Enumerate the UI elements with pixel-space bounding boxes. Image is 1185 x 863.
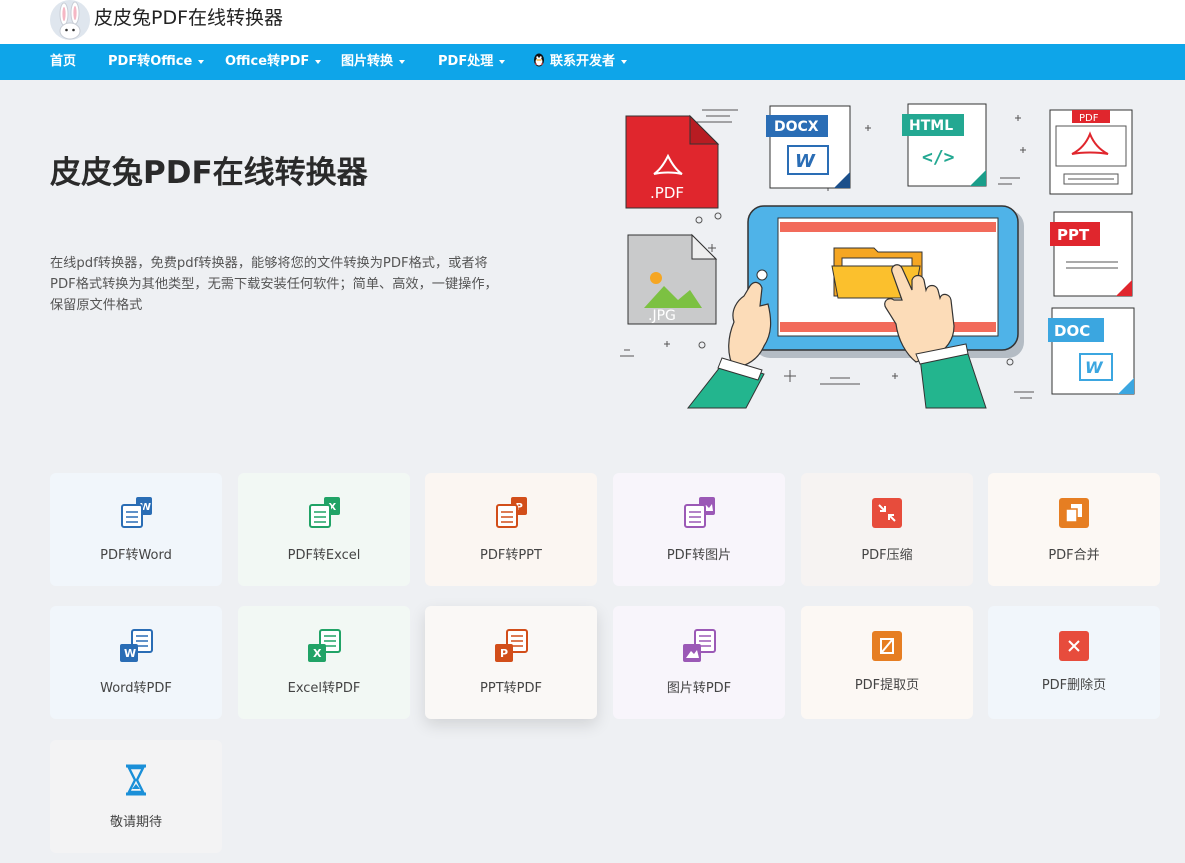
code-symbol: </> [922,147,955,168]
nav-label: PDF处理 [438,54,494,69]
jpg-file-icon: .JPG [627,233,718,325]
tool-label: Excel转PDF [287,681,361,696]
tool-card-word-to-pdf[interactable]: W Word转PDF [50,606,222,719]
docx-label: DOCX [774,119,819,135]
pdf-to-image-icon [684,497,715,528]
tablet-icon [747,205,1024,358]
excel-to-pdf-icon: X [308,629,341,662]
ppt-file-icon: PPT [1050,211,1133,297]
tool-label: PDF转Word [100,548,172,563]
brand-title[interactable]: 皮皮兔PDF在线转换器 [94,6,283,30]
tool-card-pdf-merge[interactable]: PDF合并 [988,473,1160,586]
hourglass-icon [126,764,146,796]
extract-page-icon [872,631,902,661]
tool-label: PDF删除页 [1041,678,1107,693]
nav-home[interactable]: 首页 [50,44,76,80]
main-nav: 首页 PDF转Office Office转PDF 图片转换 PDF处理 联系开发… [0,44,1185,80]
tool-label: 图片转PDF [666,681,732,696]
rabbit-logo-icon[interactable] [50,0,90,40]
icon-letter: W [124,647,136,660]
tool-label: PDF压缩 [861,548,913,563]
tool-card-excel-to-pdf[interactable]: X Excel转PDF [238,606,410,719]
compress-icon [872,498,902,528]
caret-down-icon [198,59,205,64]
nav-image-convert[interactable]: 图片转换 [341,44,406,80]
tool-card-pdf-to-ppt[interactable]: P PDF转PPT [425,473,597,586]
file-conversion-illustration: .PDF .JPG DOCX W HTML </> PDF PPT DOC W [620,103,1135,409]
pdf-file-icon: .PDF [625,114,720,209]
ppt-tag: PPT [1057,226,1090,244]
tool-label: 敬请期待 [109,815,162,830]
tool-card-pdf-to-image[interactable]: PDF转图片 [613,473,785,586]
tool-label: PPT转PDF [480,681,542,696]
icon-letter: P [500,647,508,660]
nav-office-to-pdf[interactable]: Office转PDF [225,44,322,80]
nav-pdf-process[interactable]: PDF处理 [438,44,506,80]
tool-card-image-to-pdf[interactable]: 图片转PDF [613,606,785,719]
tool-card-pdf-delete-page[interactable]: PDF删除页 [988,606,1160,719]
html-file-icon: HTML </> [902,103,987,187]
caret-down-icon [315,59,322,64]
nav-label: 图片转换 [341,54,394,69]
tool-label: Word转PDF [100,681,172,696]
pdf-to-excel-icon: X [309,497,340,528]
tool-card-ppt-to-pdf[interactable]: P PPT转PDF [425,606,597,719]
pdf-label: .PDF [650,184,684,202]
word-letter: W [1085,358,1104,377]
page-title: 皮皮兔PDF在线转换器 [50,155,368,191]
tool-card-coming-soon[interactable]: 敬请期待 [50,740,222,853]
ppt-to-pdf-icon: P [495,629,528,662]
tool-card-pdf-extract-page[interactable]: PDF提取页 [801,606,973,719]
nav-label: Office转PDF [225,54,310,69]
tool-label: PDF合并 [1048,548,1100,563]
nav-pdf-to-office[interactable]: PDF转Office [108,44,205,80]
tool-card-pdf-to-word[interactable]: W PDF转Word [50,473,222,586]
merge-icon [1059,498,1089,528]
nav-label: PDF转Office [108,54,193,69]
caret-down-icon [399,59,406,64]
nav-contact-developer[interactable]: 联系开发者 [533,44,628,80]
hero-description: 在线pdf转换器，免费pdf转换器，能够将您的文件转换为PDF格式，或者将PDF… [50,256,498,313]
icon-letter: X [313,647,322,660]
tool-label: PDF转PPT [480,548,542,563]
nav-label: 首页 [50,54,77,69]
pdf-to-word-icon: W [121,497,152,528]
pdf-to-ppt-icon: P [496,497,527,528]
word-letter: W [795,151,816,172]
tool-label: PDF转Excel [287,548,361,563]
docx-file-icon: DOCX W [766,105,851,189]
html-label: HTML [909,118,953,134]
word-to-pdf-icon: W [120,629,153,662]
pdf-tag: PDF [1079,113,1099,124]
top-header: 皮皮兔PDF在线转换器 [0,0,1185,44]
qq-penguin-icon [534,53,544,67]
caret-down-icon [621,59,628,64]
doc-file-icon: DOC W [1048,307,1135,395]
tool-label: PDF转图片 [666,548,732,563]
caret-down-icon [499,59,506,64]
tool-label: PDF提取页 [854,678,920,693]
pdf-doc-icon: PDF [1049,109,1133,195]
tool-card-pdf-compress[interactable]: PDF压缩 [801,473,973,586]
jpg-label: .JPG [648,308,676,324]
nav-label: 联系开发者 [550,54,616,69]
delete-page-icon [1059,631,1089,661]
image-to-pdf-icon [683,629,716,662]
tool-card-pdf-to-excel[interactable]: X PDF转Excel [238,473,410,586]
doc-tag: DOC [1054,322,1090,340]
